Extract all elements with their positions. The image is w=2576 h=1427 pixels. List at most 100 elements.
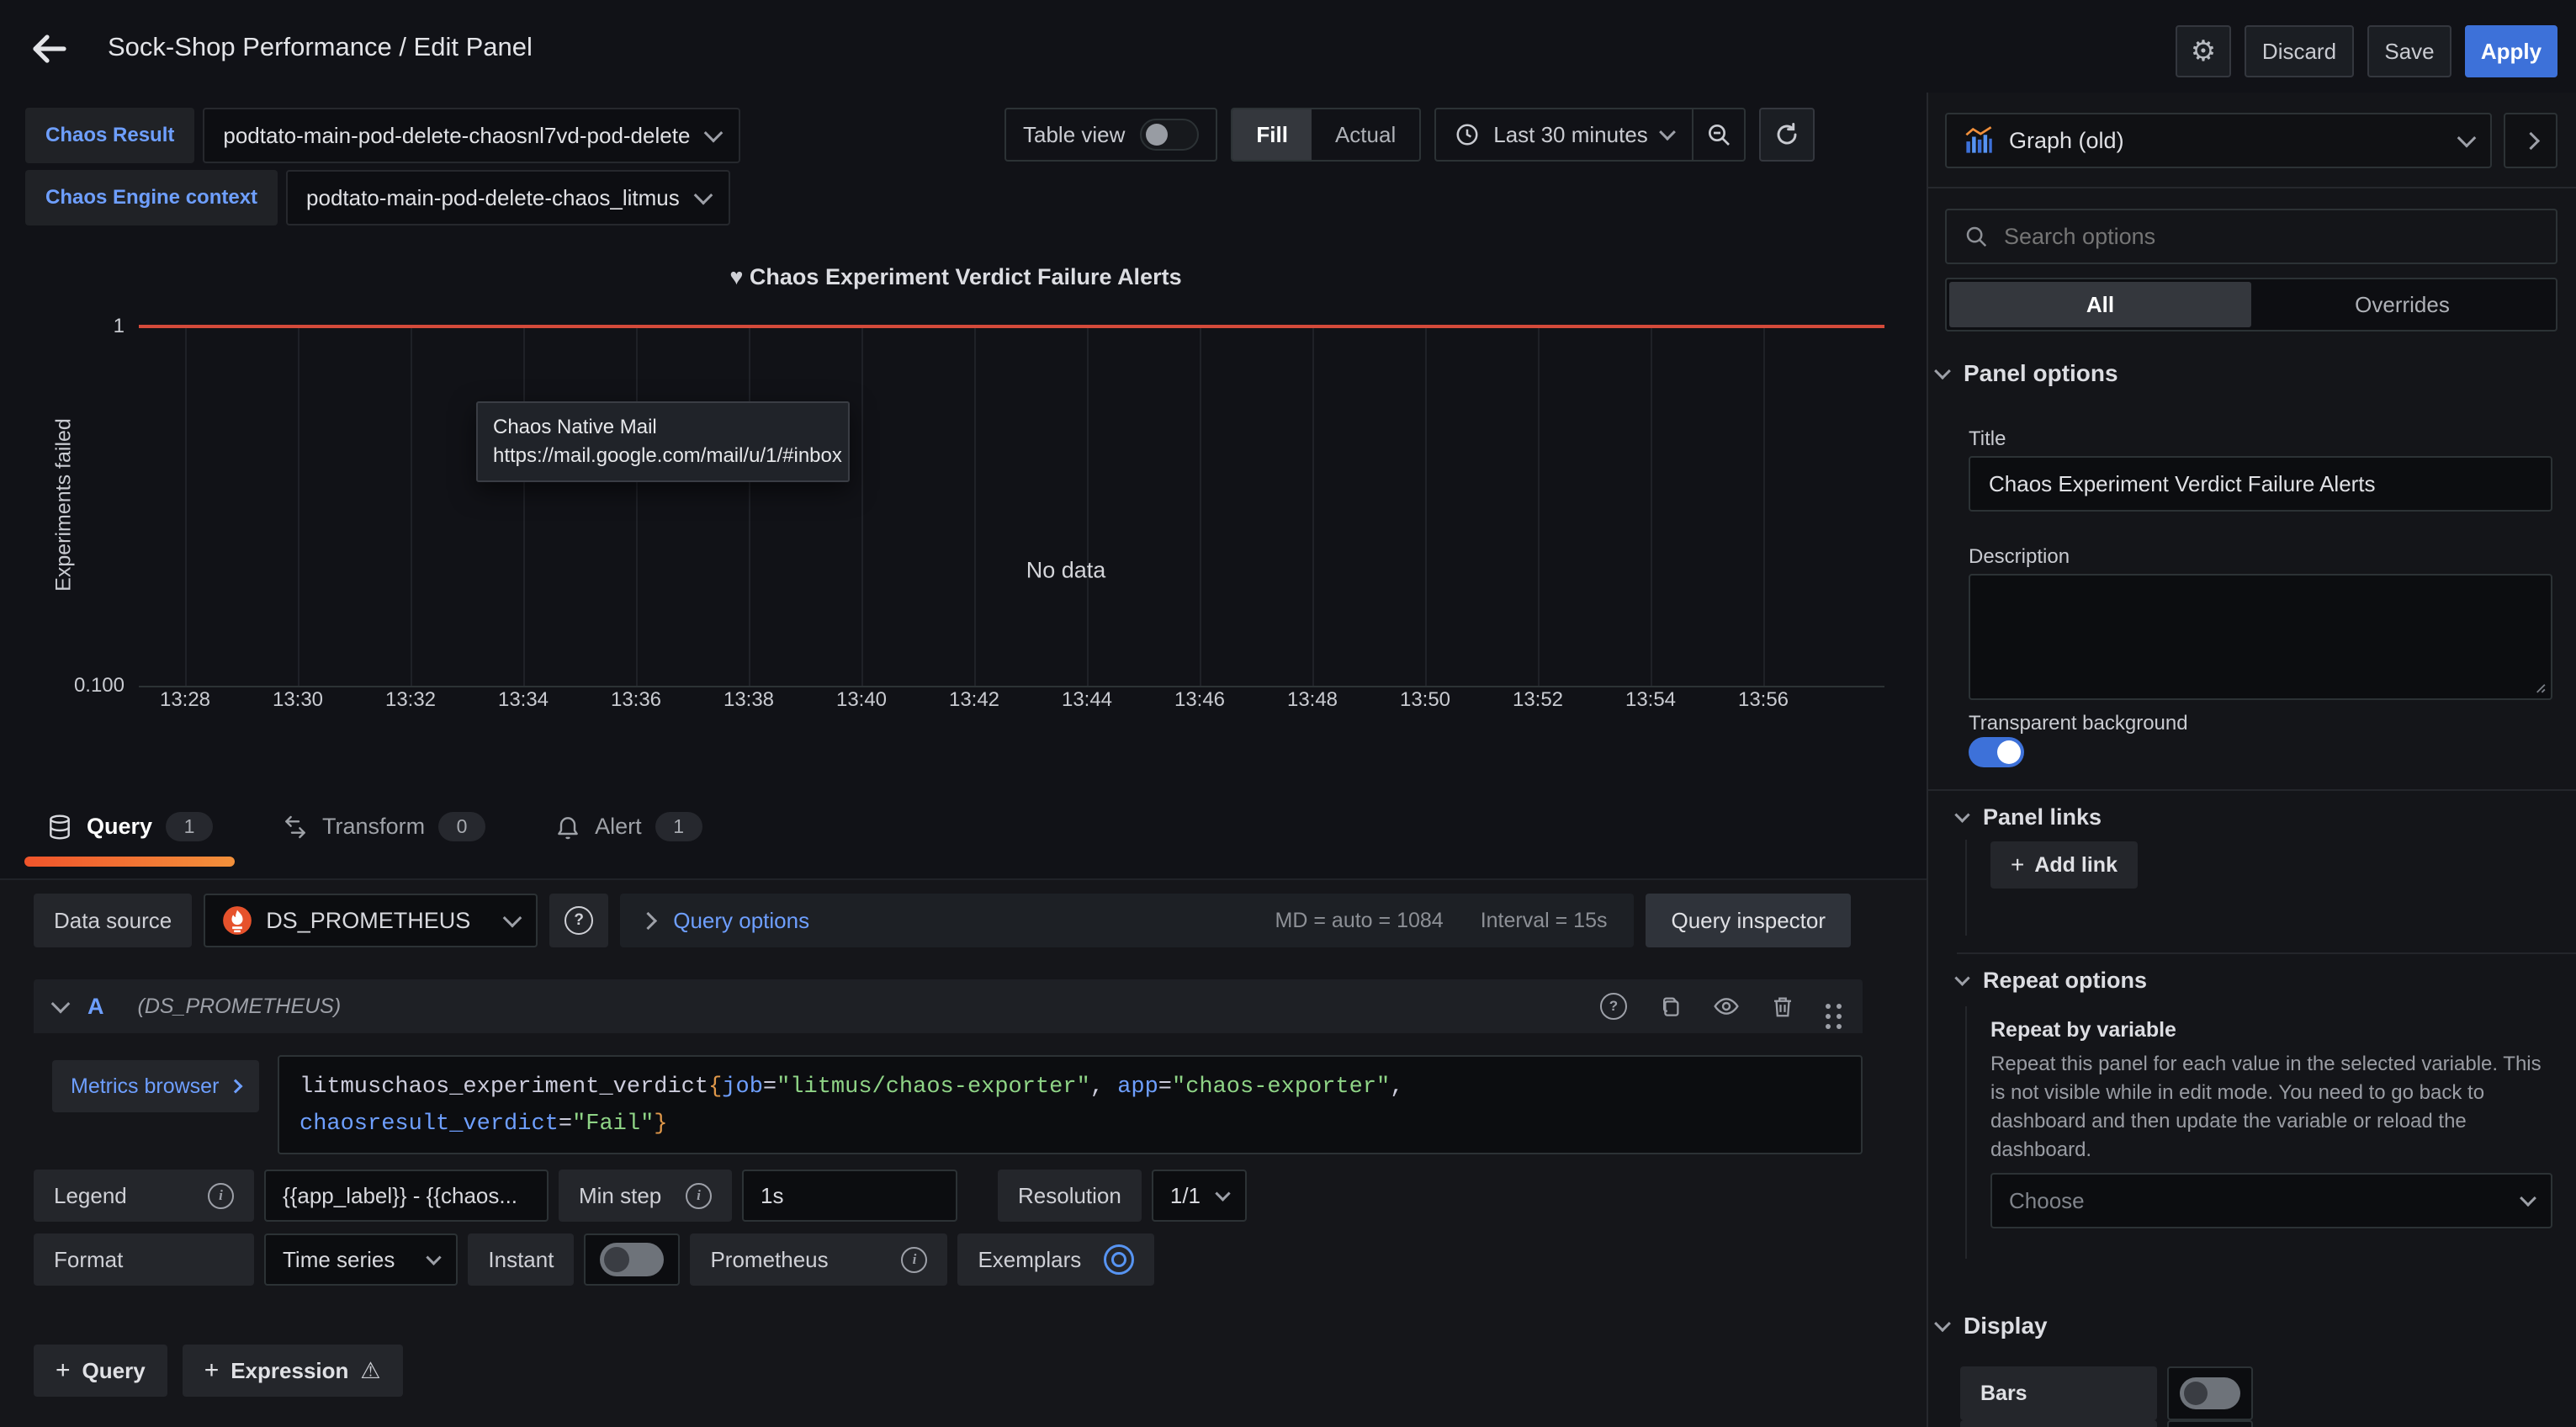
tab-label: Transform	[322, 814, 425, 840]
legend-options-row: Legendi {{app_label}} - {{chaos... Min s…	[34, 1170, 1247, 1222]
collapse-options-button[interactable]	[2504, 113, 2557, 168]
min-step-input[interactable]: 1s	[742, 1170, 957, 1222]
interval-stat: Interval = 15s	[1481, 909, 1608, 933]
gridline	[411, 326, 412, 686]
query-inspector-button[interactable]: Query inspector	[1646, 894, 1851, 947]
tab-all[interactable]: All	[1949, 282, 2251, 327]
next-option-toggle-clipped	[2167, 1420, 2253, 1427]
query-options-row[interactable]: Query options MD = auto = 1084 Interval …	[620, 894, 1634, 947]
drag-handle-icon[interactable]	[1826, 1004, 1831, 1009]
warning-icon: ⚠	[360, 1358, 380, 1384]
add-link-button[interactable]: + Add link	[1990, 841, 2138, 889]
format-dropdown[interactable]: Time series	[264, 1233, 458, 1286]
fill-button[interactable]: Fill	[1232, 109, 1312, 160]
tab-count-badge: 1	[166, 812, 213, 841]
trash-icon[interactable]	[1770, 994, 1795, 1019]
search-options-box[interactable]	[1945, 209, 2557, 264]
prometheus-type-label: Prometheusi	[690, 1233, 947, 1286]
variable-chaos-result: Chaos Result podtato-main-pod-delete-cha…	[25, 108, 740, 163]
query-ref-datasource: (DS_PROMETHEUS)	[138, 995, 342, 1019]
collapse-query-icon[interactable]	[51, 995, 71, 1014]
panel-title-input-box[interactable]	[1969, 456, 2552, 512]
x-tick-label: 13:54	[1625, 688, 1676, 712]
legend-format-input[interactable]: {{app_label}} - {{chaos...	[264, 1170, 549, 1222]
table-view-label: Table view	[1023, 122, 1125, 148]
panel-options-heading[interactable]: Panel options	[1937, 360, 2118, 387]
y-tick-top: 1	[25, 315, 125, 338]
actual-button[interactable]: Actual	[1312, 109, 1419, 160]
promql-line: chaosresult_verdict="Fail"}	[299, 1106, 1841, 1143]
apply-button[interactable]: Apply	[2465, 25, 2557, 77]
table-view-switch[interactable]	[1140, 119, 1199, 151]
discard-button[interactable]: Discard	[2245, 25, 2354, 77]
info-icon: i	[686, 1183, 712, 1209]
gridline	[1312, 326, 1314, 686]
repeat-variable-select[interactable]: Choose	[1990, 1173, 2552, 1228]
repeat-options-heading[interactable]: Repeat options	[1957, 968, 2147, 994]
resolution-dropdown[interactable]: 1/1	[1152, 1170, 1247, 1222]
add-expression-button[interactable]: + Expression ⚠	[183, 1345, 403, 1397]
variable-value-dropdown[interactable]: podtato-main-pod-delete-chaosnl7vd-pod-d…	[203, 108, 740, 163]
refresh-button[interactable]	[1759, 108, 1815, 162]
query-options-label: Query options	[673, 908, 809, 934]
series-line	[139, 325, 1884, 328]
description-textarea[interactable]	[1969, 574, 2552, 700]
data-source-picker[interactable]: DS_PROMETHEUS	[204, 894, 538, 947]
tab-count-badge: 0	[438, 812, 485, 841]
save-button[interactable]: Save	[2367, 25, 2451, 77]
chevron-down-icon	[1215, 1186, 1230, 1201]
gridline	[1538, 326, 1540, 686]
data-source-help-button[interactable]: ?	[549, 894, 608, 947]
time-range-label: Last 30 minutes	[1493, 122, 1648, 148]
eye-icon[interactable]	[1713, 993, 1740, 1020]
tab-overrides[interactable]: Overrides	[2251, 282, 2553, 327]
plot-area[interactable]: No data	[139, 326, 1884, 687]
tab-alert[interactable]: Alert 1	[533, 787, 724, 867]
exemplars-eye-icon[interactable]	[1104, 1244, 1134, 1275]
instant-toggle[interactable]	[600, 1243, 664, 1276]
gridline	[1763, 326, 1765, 686]
panel-links-heading[interactable]: Panel links	[1957, 804, 2102, 830]
transform-icon	[282, 814, 309, 841]
variable-value-dropdown[interactable]: podtato-main-pod-delete-chaos_litmus	[286, 170, 730, 225]
time-range-picker[interactable]: Last 30 minutes	[1436, 109, 1692, 160]
search-options-input[interactable]	[2002, 223, 2510, 251]
title-label: Title	[1969, 427, 2006, 451]
tab-transform[interactable]: Transform 0	[260, 787, 507, 867]
x-tick-label: 13:40	[836, 688, 887, 712]
help-icon[interactable]: ?	[1600, 993, 1627, 1020]
chevron-right-icon	[229, 1080, 243, 1094]
legend-label: Legendi	[34, 1170, 254, 1222]
tab-query[interactable]: Query 1	[24, 787, 235, 867]
resize-handle-icon[interactable]	[2532, 680, 2546, 693]
promql-editor[interactable]: litmuschaos_experiment_verdict{job="litm…	[278, 1055, 1863, 1154]
table-view-toggle[interactable]: Table view	[1004, 108, 1217, 162]
chevron-down-icon	[1954, 970, 1969, 985]
max-datapoints-stat: MD = auto = 1084	[1275, 909, 1444, 933]
visualization-picker[interactable]: Graph (old)	[1945, 113, 2492, 168]
panel-settings-button[interactable]: ⚙	[2176, 25, 2231, 77]
plus-icon: +	[204, 1356, 220, 1385]
graph-viz-icon	[1964, 125, 1994, 156]
tab-label: Query	[87, 814, 152, 840]
data-source-row: Data source DS_PROMETHEUS ? Query option…	[34, 894, 1851, 947]
add-query-button[interactable]: + Query	[34, 1345, 167, 1397]
duplicate-icon[interactable]	[1657, 994, 1683, 1019]
description-label: Description	[1969, 545, 2070, 569]
chevron-down-icon	[704, 124, 724, 143]
panel-title-input[interactable]	[1987, 470, 2534, 498]
data-source-label: Data source	[34, 894, 192, 947]
bars-toggle[interactable]	[2180, 1377, 2240, 1409]
transparent-background-toggle[interactable]	[1969, 737, 2024, 767]
gridline	[1200, 326, 1201, 686]
x-tick-label: 13:28	[160, 688, 210, 712]
back-arrow-icon[interactable]	[29, 29, 69, 69]
metrics-browser-button[interactable]: Metrics browser	[52, 1060, 259, 1112]
zoom-out-button[interactable]	[1693, 109, 1744, 160]
instant-toggle-box	[584, 1233, 680, 1286]
resolution-label: Resolution	[998, 1170, 1142, 1222]
display-heading[interactable]: Display	[1937, 1313, 2048, 1339]
query-footer-buttons: + Query + Expression ⚠	[34, 1345, 403, 1397]
variable-label: Chaos Engine context	[25, 170, 278, 225]
no-data-text: No data	[1026, 558, 1106, 584]
